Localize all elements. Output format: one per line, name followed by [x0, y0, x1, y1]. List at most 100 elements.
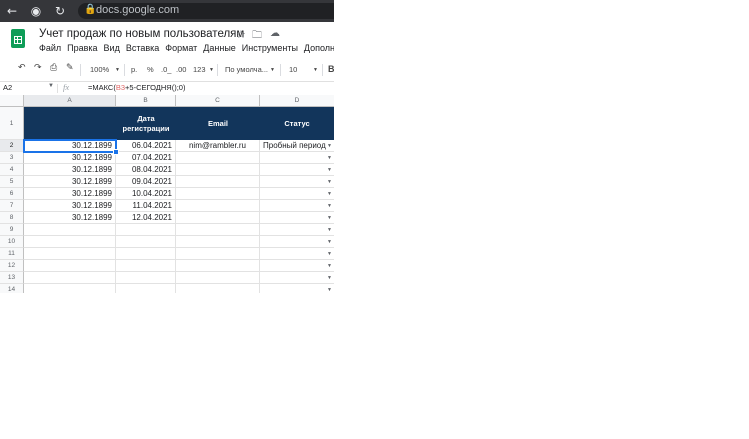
- row-header[interactable]: 5: [0, 176, 24, 188]
- dropdown-arrow-icon[interactable]: ▼: [327, 287, 332, 293]
- menu-view[interactable]: Вид: [104, 43, 120, 53]
- paint-format-icon[interactable]: ✎: [66, 63, 74, 73]
- star-icon[interactable]: ☆: [236, 28, 246, 41]
- bold-button[interactable]: B: [328, 64, 334, 74]
- table-cell-b[interactable]: [116, 260, 176, 272]
- table-cell-c[interactable]: [176, 152, 260, 164]
- table-cell-b[interactable]: 11.04.2021: [116, 200, 176, 212]
- row-header[interactable]: 13: [0, 272, 24, 284]
- table-cell-a[interactable]: [24, 236, 116, 248]
- dropdown-arrow-icon[interactable]: ▼: [327, 251, 332, 257]
- menu-data[interactable]: Данные: [203, 43, 236, 53]
- dropdown-arrow-icon[interactable]: ▼: [327, 227, 332, 233]
- table-cell-c[interactable]: nim@rambler.ru: [176, 140, 260, 152]
- table-cell-d[interactable]: [260, 212, 334, 224]
- column-header-b[interactable]: B: [116, 95, 176, 107]
- table-cell-d[interactable]: [260, 284, 334, 293]
- row-header[interactable]: 9: [0, 224, 24, 236]
- menu-file[interactable]: Файл: [39, 43, 61, 53]
- table-cell-c[interactable]: [176, 260, 260, 272]
- menu-tools[interactable]: Инструменты: [242, 43, 298, 53]
- table-cell-c[interactable]: [176, 236, 260, 248]
- dropdown-arrow-icon[interactable]: ▼: [327, 215, 332, 221]
- redo-icon[interactable]: ↷: [34, 63, 42, 73]
- menu-edit[interactable]: Правка: [67, 43, 97, 53]
- header-cell-c[interactable]: Email: [176, 107, 260, 140]
- table-cell-a[interactable]: [24, 248, 116, 260]
- table-cell-c[interactable]: [176, 164, 260, 176]
- row-header[interactable]: 1: [0, 107, 24, 140]
- row-header[interactable]: 14: [0, 284, 24, 293]
- reload-icon[interactable]: ↻: [52, 3, 68, 19]
- table-cell-c[interactable]: [176, 200, 260, 212]
- row-header[interactable]: 11: [0, 248, 24, 260]
- table-cell-d[interactable]: [260, 188, 334, 200]
- zoom-select[interactable]: 100%: [90, 65, 109, 74]
- percent-format-button[interactable]: %: [147, 65, 154, 74]
- table-cell-a[interactable]: [24, 272, 116, 284]
- table-cell-b[interactable]: [116, 284, 176, 293]
- table-cell-b[interactable]: [116, 224, 176, 236]
- table-cell-c[interactable]: [176, 212, 260, 224]
- fill-handle[interactable]: [113, 149, 119, 155]
- table-cell-a[interactable]: [24, 224, 116, 236]
- table-cell-b[interactable]: 08.04.2021: [116, 164, 176, 176]
- address-bar[interactable]: 🔒 docs.google.com: [78, 3, 334, 19]
- table-cell-d[interactable]: [260, 176, 334, 188]
- row-header[interactable]: 7: [0, 200, 24, 212]
- table-cell-a[interactable]: 30.12.1899: [24, 200, 116, 212]
- column-header-c[interactable]: C: [176, 95, 260, 107]
- row-header[interactable]: 12: [0, 260, 24, 272]
- font-size-select[interactable]: 10: [289, 65, 297, 74]
- table-cell-b[interactable]: [116, 236, 176, 248]
- table-cell-b[interactable]: [116, 248, 176, 260]
- table-cell-b[interactable]: 09.04.2021: [116, 176, 176, 188]
- row-header[interactable]: 8: [0, 212, 24, 224]
- table-cell-c[interactable]: [176, 272, 260, 284]
- table-cell-d[interactable]: [260, 236, 334, 248]
- header-cell-b[interactable]: Дата регистрации: [116, 107, 176, 140]
- table-cell-b[interactable]: 07.04.2021: [116, 152, 176, 164]
- table-cell-b[interactable]: 10.04.2021: [116, 188, 176, 200]
- table-cell-b[interactable]: 06.04.2021: [116, 140, 176, 152]
- table-cell-c[interactable]: [176, 188, 260, 200]
- dropdown-arrow-icon[interactable]: ▼: [327, 275, 332, 281]
- menu-format[interactable]: Формат: [165, 43, 197, 53]
- table-cell-d[interactable]: [260, 224, 334, 236]
- dropdown-arrow-icon[interactable]: ▼: [327, 203, 332, 209]
- table-cell-d[interactable]: [260, 248, 334, 260]
- column-header-d[interactable]: D: [260, 95, 334, 107]
- table-cell-b[interactable]: [116, 272, 176, 284]
- increase-decimals-button[interactable]: .00: [176, 65, 186, 74]
- table-cell-d[interactable]: [260, 152, 334, 164]
- table-cell-c[interactable]: [176, 248, 260, 260]
- table-cell-a[interactable]: 30.12.1899: [24, 152, 116, 164]
- active-cell-selection[interactable]: [23, 139, 117, 153]
- print-icon[interactable]: ⎙: [50, 63, 57, 73]
- table-cell-c[interactable]: [176, 176, 260, 188]
- table-cell-d[interactable]: [260, 272, 334, 284]
- dropdown-arrow-icon[interactable]: ▼: [327, 143, 332, 149]
- header-cell-a[interactable]: [24, 107, 116, 140]
- cloud-status-icon[interactable]: ☁: [270, 28, 280, 39]
- menu-insert[interactable]: Вставка: [126, 43, 159, 53]
- table-cell-a[interactable]: 30.12.1899: [24, 188, 116, 200]
- table-cell-a[interactable]: 30.12.1899: [24, 212, 116, 224]
- select-all-corner[interactable]: [0, 95, 24, 107]
- extension-icon[interactable]: ◉: [28, 3, 44, 19]
- header-cell-d[interactable]: Статус: [260, 107, 334, 140]
- dropdown-arrow-icon[interactable]: ▼: [327, 191, 332, 197]
- undo-icon[interactable]: ↶: [18, 63, 26, 73]
- table-cell-d[interactable]: [260, 260, 334, 272]
- table-cell-c[interactable]: [176, 284, 260, 293]
- font-select[interactable]: По умолча...: [225, 65, 268, 74]
- dropdown-arrow-icon[interactable]: ▼: [327, 155, 332, 161]
- row-header[interactable]: 3: [0, 152, 24, 164]
- sheets-logo-icon[interactable]: [11, 29, 25, 48]
- name-box[interactable]: A2: [3, 83, 12, 92]
- table-cell-c[interactable]: [176, 224, 260, 236]
- menu-addons[interactable]: Дополн: [304, 43, 334, 53]
- dropdown-arrow-icon[interactable]: ▼: [327, 239, 332, 245]
- table-cell-a[interactable]: [24, 260, 116, 272]
- dropdown-arrow-icon[interactable]: ▼: [327, 167, 332, 173]
